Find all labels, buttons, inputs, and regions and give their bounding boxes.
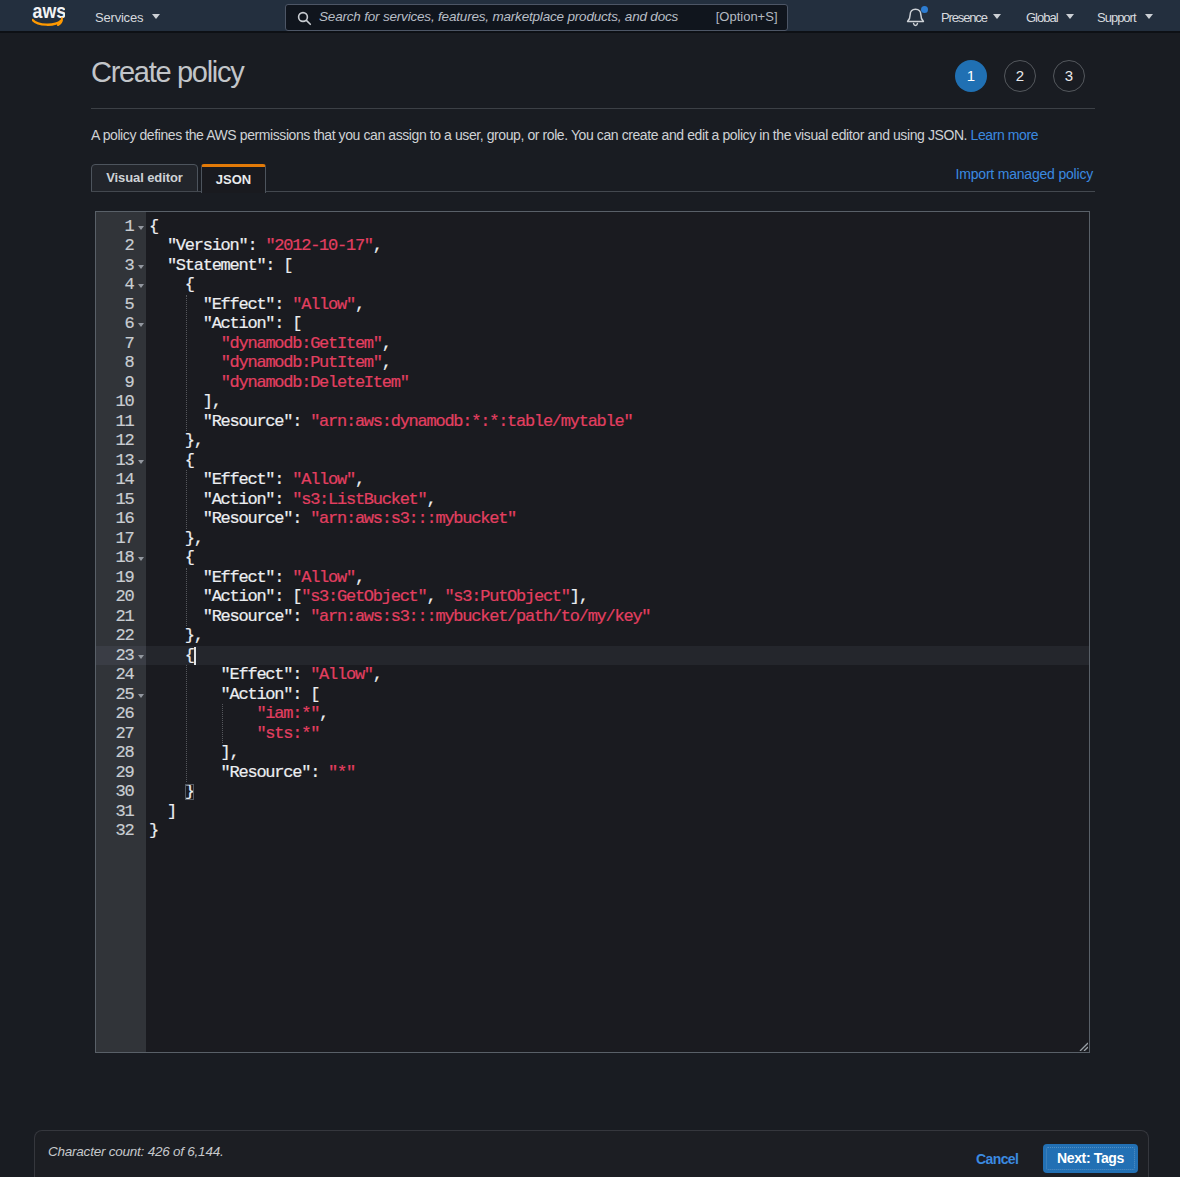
- svg-text:aws: aws: [33, 3, 65, 22]
